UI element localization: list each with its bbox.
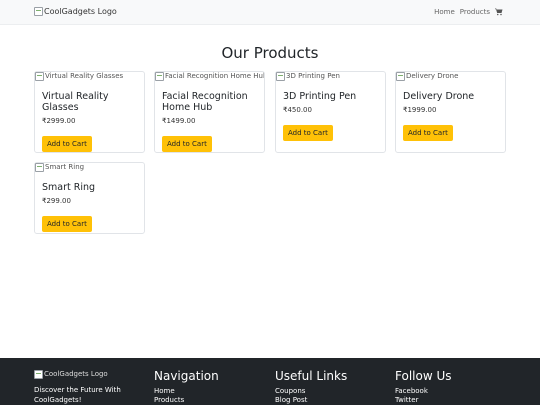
footer-column-title: Navigation <box>154 369 219 383</box>
product-image: 3D Printing Pen <box>276 72 385 84</box>
product-name: Facial Recognition Home Hub <box>162 91 248 113</box>
image-alt-text: 3D Printing Pen <box>286 72 340 80</box>
shopping-cart-icon[interactable] <box>495 8 503 16</box>
brand-logo[interactable]: CoolGadgets Logo <box>34 7 117 16</box>
product-name: Virtual Reality Glasses <box>42 91 109 113</box>
add-to-cart-button[interactable]: Add to Cart <box>283 125 333 141</box>
image-alt-text: Smart Ring <box>45 163 85 171</box>
product-card: Facial Recognition Home Hub Facial Recog… <box>154 71 265 153</box>
logo-alt-text: CoolGadgets Logo <box>44 7 117 16</box>
footer-link-twitter[interactable]: Twitter <box>395 396 452 405</box>
broken-image-icon <box>34 7 43 16</box>
product-image: Virtual Reality Glasses <box>35 72 144 84</box>
footer-column-title: Useful Links <box>275 369 348 383</box>
product-name: 3D Printing Pen <box>283 91 357 102</box>
footer-link-coupons[interactable]: Coupons <box>275 387 347 396</box>
footer-brand: CoolGadgets Logo Discover the Future Wit… <box>34 370 134 405</box>
footer-column-title: Follow Us <box>395 369 452 383</box>
footer-link-facebook[interactable]: Facebook <box>395 387 452 396</box>
product-price: ₹1499.00 <box>162 117 196 125</box>
footer-column-follow-us: Follow Us Facebook Twitter <box>395 369 452 405</box>
product-price: ₹299.00 <box>42 197 71 205</box>
broken-image-icon <box>396 72 405 81</box>
broken-image-icon <box>155 72 164 81</box>
footer-link-home[interactable]: Home <box>154 387 219 396</box>
nav-products-link[interactable]: Products <box>460 8 490 16</box>
product-card: Virtual Reality Glasses Virtual Reality … <box>34 71 145 153</box>
page-title: Our Products <box>221 44 319 62</box>
product-price: ₹450.00 <box>283 106 312 114</box>
broken-image-icon <box>276 72 285 81</box>
footer-column-useful-links: Useful Links Coupons Blog Post <box>275 369 347 405</box>
image-alt-text: Facial Recognition Home Hub <box>165 72 264 80</box>
add-to-cart-button[interactable]: Add to Cart <box>42 136 92 152</box>
footer-logo: CoolGadgets Logo <box>34 370 134 379</box>
broken-image-icon <box>35 72 44 81</box>
nav-home-link[interactable]: Home <box>434 8 455 16</box>
product-image: Smart Ring <box>35 163 144 175</box>
product-card: 3D Printing Pen 3D Printing Pen ₹450.00 … <box>275 71 386 153</box>
product-card: Smart Ring Smart Ring ₹299.00 Add to Car… <box>34 162 145 234</box>
product-name: Delivery Drone <box>403 91 475 102</box>
logo-alt-text: CoolGadgets Logo <box>44 370 108 378</box>
nav-links: Home Products <box>434 8 503 16</box>
add-to-cart-button[interactable]: Add to Cart <box>42 216 92 232</box>
top-navbar: CoolGadgets Logo Home Products <box>0 0 540 25</box>
product-price: ₹1999.00 <box>403 106 437 114</box>
image-alt-text: Delivery Drone <box>406 72 459 80</box>
product-card: Delivery Drone Delivery Drone ₹1999.00 A… <box>395 71 506 153</box>
site-footer: CoolGadgets Logo Discover the Future Wit… <box>0 358 540 405</box>
footer-tagline: Discover the Future With CoolGadgets! <box>34 386 121 404</box>
product-name: Smart Ring <box>42 182 96 193</box>
product-image: Delivery Drone <box>396 72 505 84</box>
add-to-cart-button[interactable]: Add to Cart <box>162 136 212 152</box>
image-alt-text: Virtual Reality Glasses <box>45 72 124 80</box>
broken-image-icon <box>35 163 44 172</box>
product-image: Facial Recognition Home Hub <box>155 72 264 84</box>
broken-image-icon <box>34 370 43 379</box>
product-price: ₹2999.00 <box>42 117 76 125</box>
footer-link-products[interactable]: Products <box>154 396 219 405</box>
footer-column-navigation: Navigation Home Products <box>154 369 219 405</box>
add-to-cart-button[interactable]: Add to Cart <box>403 125 453 141</box>
footer-link-blog-post[interactable]: Blog Post <box>275 396 347 405</box>
